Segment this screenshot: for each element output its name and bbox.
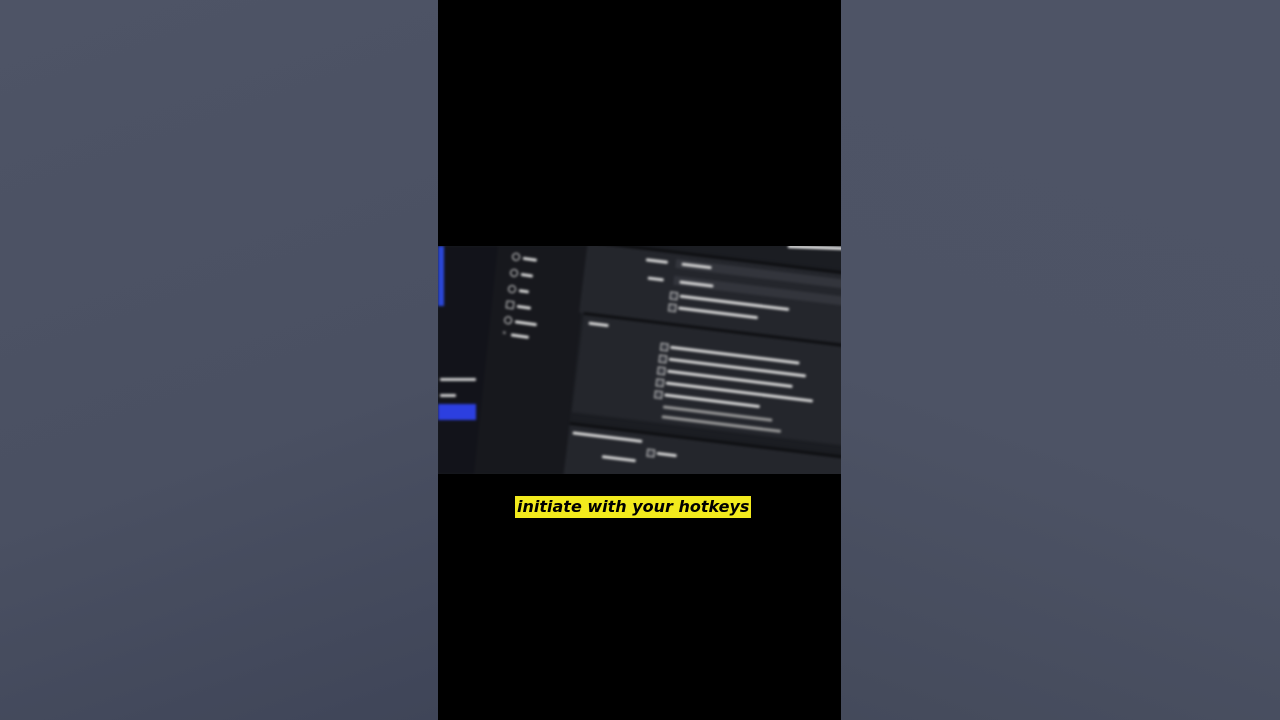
nav-label-bar [516,304,532,310]
nav-icon [505,300,515,310]
checkbox[interactable] [658,354,668,364]
setting-label-bar [645,258,669,264]
left-list-text-bar [440,394,456,397]
subtitle-caption: initiate with your hotkeys [515,496,752,518]
checkbox[interactable] [654,390,663,400]
checkbox[interactable] [659,342,669,352]
nav-label-bar [510,332,530,339]
window-top-edge [788,246,841,251]
video-frame-screen-capture: ✕ [438,246,841,474]
left-blue-strip [438,246,444,306]
setting-label-bar [601,455,636,463]
checkbox-label-bar [656,451,677,458]
checkbox[interactable] [669,291,679,301]
setting-label-bar [647,276,664,282]
section-title-bar [588,321,609,328]
blurred-settings-window: ✕ [438,246,841,474]
checkbox[interactable] [646,448,656,458]
nav-label-bar [518,288,530,293]
checkbox-label-bar [678,306,758,320]
blurred-background-left [0,0,438,720]
nav-label-bar [522,256,538,262]
section-title-bar [572,431,643,443]
left-list-text-bar [440,378,476,381]
checkbox[interactable] [667,303,677,313]
checkbox[interactable] [655,378,665,388]
blurred-background-right [841,0,1280,720]
nav-label-bar [520,272,534,278]
nav-icon [509,268,519,278]
close-icon: ✕ [501,330,507,337]
checkbox[interactable] [656,366,666,376]
nav-icon [507,284,517,294]
nav-icon [511,252,521,262]
selected-list-item [438,404,476,420]
checkbox-label-bar [664,393,760,409]
video-player[interactable]: ✕ initiate with your hotkeys [438,0,841,720]
nav-label-bar [514,319,538,326]
nav-icon [503,315,513,325]
